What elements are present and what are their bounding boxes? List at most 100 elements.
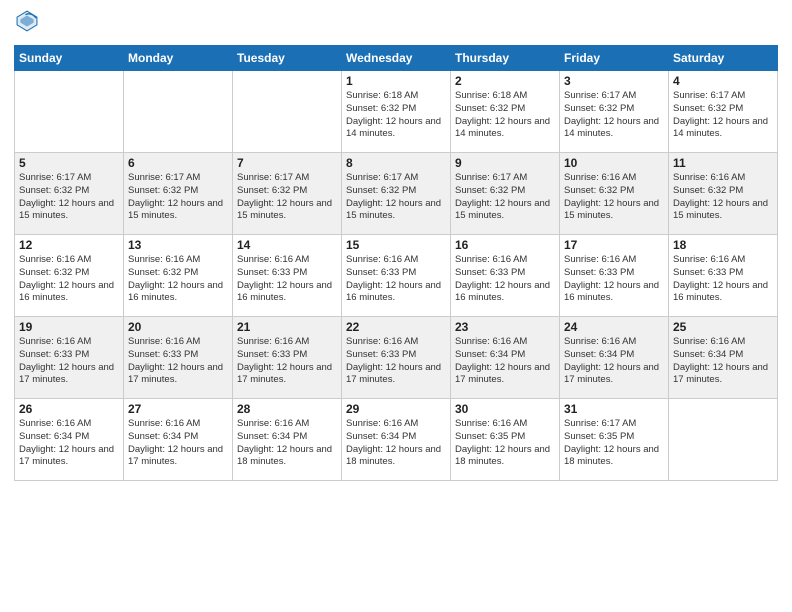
day-number: 7	[237, 156, 337, 170]
day-info: Sunrise: 6:16 AM Sunset: 6:34 PM Dayligh…	[346, 418, 446, 469]
calendar-day-cell: 24 Sunrise: 6:16 AM Sunset: 6:34 PM Dayli…	[560, 317, 669, 399]
day-number: 27	[128, 402, 228, 416]
calendar-day-cell: 14Sunrise: 6:16 AM Sunset: 6:33 PM Dayli…	[233, 235, 342, 317]
day-number: 20	[128, 320, 228, 334]
weekday-header: Thursday	[451, 46, 560, 71]
day-number: 8	[346, 156, 446, 170]
day-number: 19	[19, 320, 119, 334]
logo-icon	[16, 10, 38, 32]
weekday-header: Friday	[560, 46, 669, 71]
calendar-day-cell: 19 Sunrise: 6:16 AM Sunset: 6:33 PM Dayli…	[15, 317, 124, 399]
day-info: Sunrise: 6:16 AM Sunset: 6:33 PM Dayligh…	[346, 254, 446, 305]
calendar-day-cell: 11 Sunrise: 6:16 AM Sunset: 6:32 PM Dayli…	[669, 153, 778, 235]
weekday-header: Tuesday	[233, 46, 342, 71]
day-info: Sunrise: 6:17 AM Sunset: 6:32 PM Dayligh…	[237, 172, 337, 223]
day-info: Sunrise: 6:16 AM Sunset: 6:33 PM Dayligh…	[673, 254, 773, 305]
day-number: 31	[564, 402, 664, 416]
day-number: 2	[455, 74, 555, 88]
day-number: 23	[455, 320, 555, 334]
calendar-day-cell: 5 Sunrise: 6:17 AM Sunset: 6:32 PM Daylig…	[15, 153, 124, 235]
calendar-day-cell: 13Sunrise: 6:16 AM Sunset: 6:32 PM Dayli…	[124, 235, 233, 317]
day-number: 28	[237, 402, 337, 416]
calendar-day-cell: 16Sunrise: 6:16 AM Sunset: 6:33 PM Dayli…	[451, 235, 560, 317]
calendar-day-cell: 28 Sunrise: 6:16 AM Sunset: 6:34 PM Dayli…	[233, 399, 342, 481]
calendar-week-row: 1 Sunrise: 6:18 AM Sunset: 6:32 PM Daylig…	[15, 71, 778, 153]
day-info: Sunrise: 6:16 AM Sunset: 6:34 PM Dayligh…	[673, 336, 773, 387]
day-number: 14	[237, 238, 337, 252]
calendar-day-cell: 2 Sunrise: 6:18 AM Sunset: 6:32 PM Daylig…	[451, 71, 560, 153]
day-number: 26	[19, 402, 119, 416]
day-info: Sunrise: 6:16 AM Sunset: 6:34 PM Dayligh…	[128, 418, 228, 469]
calendar-day-cell: 18Sunrise: 6:16 AM Sunset: 6:33 PM Dayli…	[669, 235, 778, 317]
day-info: Sunrise: 6:16 AM Sunset: 6:33 PM Dayligh…	[237, 336, 337, 387]
calendar-header: SundayMondayTuesdayWednesdayThursdayFrid…	[15, 46, 778, 71]
day-info: Sunrise: 6:16 AM Sunset: 6:33 PM Dayligh…	[346, 336, 446, 387]
day-number: 3	[564, 74, 664, 88]
day-number: 24	[564, 320, 664, 334]
calendar-week-row: 26 Sunrise: 6:16 AM Sunset: 6:34 PM Dayli…	[15, 399, 778, 481]
day-number: 30	[455, 402, 555, 416]
day-info: Sunrise: 6:16 AM Sunset: 6:34 PM Dayligh…	[237, 418, 337, 469]
day-info: Sunrise: 6:16 AM Sunset: 6:34 PM Dayligh…	[455, 336, 555, 387]
calendar-day-cell: 10Sunrise: 6:16 AM Sunset: 6:32 PM Dayli…	[560, 153, 669, 235]
day-number: 11	[673, 156, 773, 170]
calendar-week-row: 5 Sunrise: 6:17 AM Sunset: 6:32 PM Daylig…	[15, 153, 778, 235]
calendar-day-cell: 8 Sunrise: 6:17 AM Sunset: 6:32 PM Daylig…	[342, 153, 451, 235]
weekday-header: Sunday	[15, 46, 124, 71]
day-number: 12	[19, 238, 119, 252]
calendar-week-row: 19 Sunrise: 6:16 AM Sunset: 6:33 PM Dayli…	[15, 317, 778, 399]
calendar-table: SundayMondayTuesdayWednesdayThursdayFrid…	[14, 45, 778, 481]
day-info: Sunrise: 6:17 AM Sunset: 6:32 PM Dayligh…	[346, 172, 446, 223]
day-info: Sunrise: 6:16 AM Sunset: 6:32 PM Dayligh…	[128, 254, 228, 305]
day-info: Sunrise: 6:17 AM Sunset: 6:35 PM Dayligh…	[564, 418, 664, 469]
day-number: 4	[673, 74, 773, 88]
day-info: Sunrise: 6:16 AM Sunset: 6:32 PM Dayligh…	[673, 172, 773, 223]
day-number: 9	[455, 156, 555, 170]
day-info: Sunrise: 6:18 AM Sunset: 6:32 PM Dayligh…	[346, 90, 446, 141]
calendar-day-cell	[15, 71, 124, 153]
day-info: Sunrise: 6:18 AM Sunset: 6:32 PM Dayligh…	[455, 90, 555, 141]
weekday-header: Wednesday	[342, 46, 451, 71]
calendar-day-cell: 23 Sunrise: 6:16 AM Sunset: 6:34 PM Dayli…	[451, 317, 560, 399]
weekday-header: Saturday	[669, 46, 778, 71]
day-number: 17	[564, 238, 664, 252]
calendar-day-cell: 30 Sunrise: 6:16 AM Sunset: 6:35 PM Dayli…	[451, 399, 560, 481]
day-number: 1	[346, 74, 446, 88]
calendar-day-cell: 29Sunrise: 6:16 AM Sunset: 6:34 PM Dayli…	[342, 399, 451, 481]
day-info: Sunrise: 6:17 AM Sunset: 6:32 PM Dayligh…	[564, 90, 664, 141]
calendar-day-cell: 26 Sunrise: 6:16 AM Sunset: 6:34 PM Dayli…	[15, 399, 124, 481]
calendar-day-cell	[233, 71, 342, 153]
day-number: 10	[564, 156, 664, 170]
calendar-week-row: 12 Sunrise: 6:16 AM Sunset: 6:32 PM Dayli…	[15, 235, 778, 317]
day-info: Sunrise: 6:16 AM Sunset: 6:34 PM Dayligh…	[19, 418, 119, 469]
page: SundayMondayTuesdayWednesdayThursdayFrid…	[0, 0, 792, 612]
calendar-body: 1 Sunrise: 6:18 AM Sunset: 6:32 PM Daylig…	[15, 71, 778, 481]
calendar-day-cell	[669, 399, 778, 481]
day-number: 22	[346, 320, 446, 334]
weekday-row: SundayMondayTuesdayWednesdayThursdayFrid…	[15, 46, 778, 71]
calendar-day-cell: 27 Sunrise: 6:16 AM Sunset: 6:34 PM Dayli…	[124, 399, 233, 481]
day-info: Sunrise: 6:16 AM Sunset: 6:35 PM Dayligh…	[455, 418, 555, 469]
day-info: Sunrise: 6:16 AM Sunset: 6:33 PM Dayligh…	[564, 254, 664, 305]
day-info: Sunrise: 6:16 AM Sunset: 6:33 PM Dayligh…	[19, 336, 119, 387]
day-info: Sunrise: 6:17 AM Sunset: 6:32 PM Dayligh…	[19, 172, 119, 223]
day-info: Sunrise: 6:17 AM Sunset: 6:32 PM Dayligh…	[455, 172, 555, 223]
calendar-day-cell: 17 Sunrise: 6:16 AM Sunset: 6:33 PM Dayli…	[560, 235, 669, 317]
calendar-day-cell: 4 Sunrise: 6:17 AM Sunset: 6:32 PM Daylig…	[669, 71, 778, 153]
calendar-day-cell: 6Sunrise: 6:17 AM Sunset: 6:32 PM Daylig…	[124, 153, 233, 235]
calendar-day-cell: 7 Sunrise: 6:17 AM Sunset: 6:32 PM Daylig…	[233, 153, 342, 235]
day-number: 21	[237, 320, 337, 334]
header	[14, 10, 778, 37]
day-info: Sunrise: 6:16 AM Sunset: 6:32 PM Dayligh…	[19, 254, 119, 305]
calendar-day-cell: 9 Sunrise: 6:17 AM Sunset: 6:32 PM Daylig…	[451, 153, 560, 235]
calendar-day-cell: 3 Sunrise: 6:17 AM Sunset: 6:32 PM Daylig…	[560, 71, 669, 153]
day-info: Sunrise: 6:17 AM Sunset: 6:32 PM Dayligh…	[673, 90, 773, 141]
calendar-day-cell: 12 Sunrise: 6:16 AM Sunset: 6:32 PM Dayli…	[15, 235, 124, 317]
day-number: 15	[346, 238, 446, 252]
calendar-day-cell: 31 Sunrise: 6:17 AM Sunset: 6:35 PM Dayli…	[560, 399, 669, 481]
day-number: 5	[19, 156, 119, 170]
day-info: Sunrise: 6:16 AM Sunset: 6:34 PM Dayligh…	[564, 336, 664, 387]
day-number: 16	[455, 238, 555, 252]
calendar-day-cell: 22 Sunrise: 6:16 AM Sunset: 6:33 PM Dayli…	[342, 317, 451, 399]
weekday-header: Monday	[124, 46, 233, 71]
